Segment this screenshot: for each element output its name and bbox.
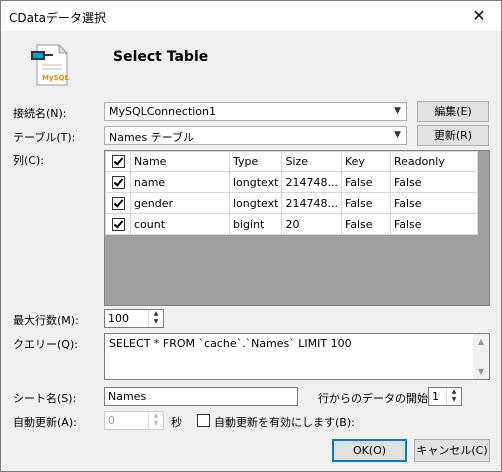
cell-name[interactable]: gender [130, 192, 230, 214]
cell-key[interactable]: False [340, 192, 391, 214]
column-header-key[interactable]: Key [340, 151, 391, 172]
cell-key[interactable]: False [340, 213, 391, 235]
table-value: Names テーブル [109, 131, 195, 144]
query-text: SELECT * FROM `cache`.`Names` LIMIT 100 [109, 337, 352, 350]
column-header-size[interactable]: Size [281, 151, 342, 172]
row-checkbox[interactable] [105, 171, 131, 193]
enable-auto-refresh-checkbox[interactable] [197, 414, 210, 427]
cell-readonly[interactable]: False [389, 192, 478, 214]
spin-buttons[interactable]: ▲ ▼ [446, 388, 461, 405]
select-all-checkbox[interactable] [105, 151, 131, 172]
max-rows-label: 最大行数(M): [13, 314, 79, 327]
start-row-stepper[interactable]: 1 ▲ ▼ [428, 387, 462, 406]
connection-label: 接続名(N): [13, 107, 67, 120]
query-textarea[interactable]: SELECT * FROM `cache`.`Names` LIMIT 100 … [104, 333, 490, 380]
connection-value: MySQLConnection1 [109, 105, 217, 118]
row-checkbox[interactable] [105, 192, 131, 214]
window-title: CDataデータ選択 [9, 11, 107, 25]
cell-size[interactable]: 20 [281, 213, 342, 235]
query-label: クエリー(Q): [13, 338, 78, 351]
table-select[interactable]: Names テーブル ▼ [104, 126, 407, 145]
mysql-logo-icon: MySQL [31, 43, 70, 86]
page-title: Select Table [113, 49, 209, 65]
chevron-down-icon: ▼ [394, 130, 401, 140]
sheet-name-value: Names [108, 390, 147, 403]
spin-buttons[interactable]: ▲ ▼ [148, 412, 163, 429]
cell-size[interactable]: 214748... [281, 171, 342, 193]
columns-table: Name Type Size Key Readonly name longtex… [105, 151, 478, 235]
auto-refresh-value: 0 [108, 414, 115, 427]
spin-down-icon[interactable]: ▼ [149, 420, 163, 428]
columns-label: 列(C): [13, 154, 44, 167]
table-label: テーブル(T): [13, 131, 76, 144]
row-checkbox[interactable] [105, 213, 131, 235]
spin-down-icon[interactable]: ▼ [447, 396, 461, 404]
sheet-name-label: シート名(S): [13, 392, 77, 405]
title-bar: CDataデータ選択 ✕ [1, 1, 501, 31]
edit-connection-button[interactable]: 編集(E) [417, 101, 489, 122]
cell-size[interactable]: 214748... [281, 192, 342, 214]
close-icon[interactable]: ✕ [457, 1, 501, 31]
table-row[interactable]: count bigint 20 False False [105, 213, 478, 235]
header-area: MySQL Select Table [1, 31, 501, 93]
scroll-down-icon[interactable]: ▼ [473, 364, 489, 379]
table-row[interactable]: name longtext 214748... False False [105, 171, 478, 193]
cell-readonly[interactable]: False [389, 171, 478, 193]
dialog-window: CDataデータ選択 ✕ MySQL Select Table 接続名(N): … [0, 0, 502, 472]
svg-text:MySQL: MySQL [42, 74, 70, 82]
ok-button[interactable]: OK(O) [332, 439, 407, 462]
spin-buttons[interactable]: ▲ ▼ [148, 310, 163, 327]
query-scrollbar[interactable]: ▲ ▼ [473, 334, 489, 379]
column-header-name[interactable]: Name [130, 151, 230, 172]
table-row[interactable]: gender longtext 214748... False False [105, 192, 478, 214]
cell-key[interactable]: False [340, 171, 391, 193]
cell-readonly[interactable]: False [389, 213, 478, 235]
scroll-up-icon[interactable]: ▲ [473, 334, 489, 349]
spin-up-icon[interactable]: ▲ [447, 388, 461, 396]
columns-grid[interactable]: Name Type Size Key Readonly name longtex… [104, 150, 490, 306]
connection-select[interactable]: MySQLConnection1 ▼ [104, 102, 407, 121]
cell-type[interactable]: longtext [228, 171, 283, 193]
enable-auto-refresh-label[interactable]: 自動更新を有効にします(B): [214, 414, 355, 430]
cell-name[interactable]: count [130, 213, 230, 235]
spin-down-icon[interactable]: ▼ [149, 318, 163, 326]
chevron-down-icon: ▼ [394, 106, 401, 116]
auto-refresh-stepper[interactable]: 0 ▲ ▼ [104, 411, 164, 430]
cancel-button[interactable]: キャンセル(C) [414, 439, 490, 462]
column-header-readonly[interactable]: Readonly [389, 151, 478, 172]
cell-name[interactable]: name [130, 171, 230, 193]
sheet-name-input[interactable]: Names [104, 387, 298, 406]
table-header-row: Name Type Size Key Readonly [105, 151, 478, 172]
column-header-type[interactable]: Type [228, 151, 283, 172]
max-rows-stepper[interactable]: 100 ▲ ▼ [104, 309, 164, 328]
refresh-button[interactable]: 更新(R) [417, 125, 489, 146]
spin-up-icon[interactable]: ▲ [149, 310, 163, 318]
start-row-value: 1 [432, 390, 439, 403]
auto-refresh-label: 自動更新(A): [13, 416, 77, 429]
start-row-label: 行からのデータの開始 [318, 392, 428, 405]
cell-type[interactable]: longtext [228, 192, 283, 214]
max-rows-value: 100 [108, 312, 129, 325]
spin-up-icon[interactable]: ▲ [149, 412, 163, 420]
seconds-unit-label: 秒 [171, 416, 182, 429]
cell-type[interactable]: bigint [228, 213, 283, 235]
